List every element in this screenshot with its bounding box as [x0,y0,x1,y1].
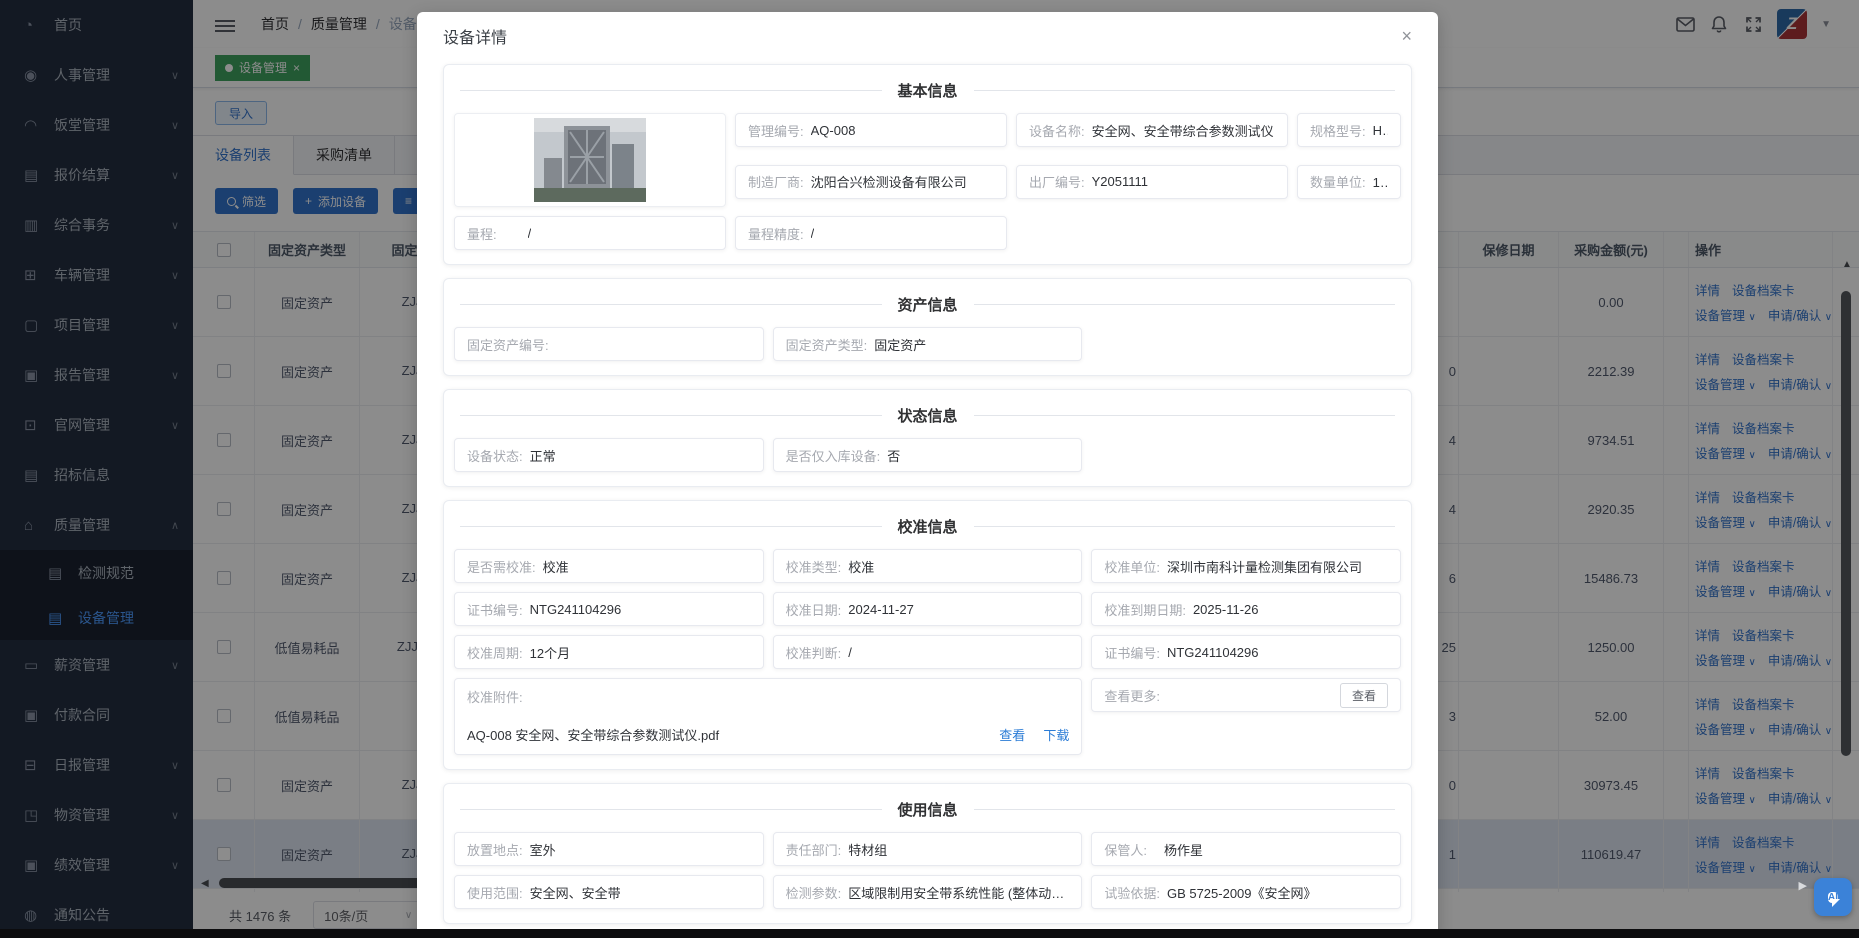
field-custodian: 保管人:杨作星 [1091,832,1401,866]
field-manufacturer: 制造厂商:沈阳合兴检测设备有限公司 [735,165,1007,199]
ai-chat-bubble-icon: AI [1828,892,1838,903]
field-certificate-no-2: 证书编号:NTG241104296 [1091,635,1401,669]
device-photo-image [534,118,646,202]
attachment-download-link[interactable]: 下载 [1043,725,1069,744]
field-factory-code: 出厂编号:Y2051111 [1016,165,1288,199]
field-device-status: 设备状态:正常 [454,438,764,472]
field-certificate-no: 证书编号:NTG241104296 [454,592,764,626]
section-basic-info: 基本信息 管理编号:AQ-008 设备名称:安全网、安全带综合参数测试仪 规格型… [443,64,1412,265]
close-icon[interactable]: × [1401,26,1412,47]
field-test-basis: 试验依据:GB 5725-2009《安全网》 [1091,875,1401,909]
modal-title: 设备详情 [443,24,507,48]
field-calibration-judgement: 校准判断:/ [773,635,1083,669]
field-usage-scope: 使用范围:安全网、安全带 [454,875,764,909]
field-range: 量程:/ [454,216,726,250]
field-calibration-unit: 校准单位:深圳市南科计量检测集团有限公司 [1091,549,1401,583]
field-calibration-type: 校准类型:校准 [773,549,1083,583]
field-device-name: 设备名称:安全网、安全带综合参数测试仪 [1016,113,1288,147]
field-test-parameters: 检测参数:区域限制用安全带系统性能 (整体动态... [773,875,1083,909]
field-spec-model: 规格型号:HX-720 [1297,113,1401,147]
field-calibration-cycle: 校准周期:12个月 [454,635,764,669]
field-need-calibration: 是否需校准:校准 [454,549,764,583]
field-warehouse-only: 是否仅入库设备:否 [773,438,1083,472]
device-detail-modal: 设备详情 × 基本信息 管理编号:AQ-008 设备名称:安全网、安全带综合参数… [417,12,1438,938]
field-calibration-due-date: 校准到期日期:2025-11-26 [1091,592,1401,626]
ai-assistant-button[interactable]: AI [1814,878,1852,916]
device-photo[interactable] [454,113,726,207]
field-department: 责任部门:特材组 [773,832,1083,866]
section-usage-info: 使用信息 放置地点:室外 责任部门:特材组 保管人:杨作星 使用范围:安全网、安… [443,783,1412,924]
field-manage-code: 管理编号:AQ-008 [735,113,1007,147]
page-right-arrow-icon[interactable]: ▶ [1799,879,1807,892]
field-quantity-unit: 数量单位:1 台 [1297,165,1401,199]
view-more-button[interactable]: 查看 [1340,683,1388,708]
field-fixed-asset-type: 固定资产类型:固定资产 [773,327,1083,361]
field-fixed-asset-code: 固定资产编号: [454,327,764,361]
field-range-accuracy: 量程精度:/ [735,216,1007,250]
modal-header: 设备详情 × [417,12,1438,60]
field-calibration-date: 校准日期:2024-11-27 [773,592,1083,626]
view-more-field: 查看更多: 查看 [1091,678,1401,712]
calibration-attachment: 校准附件: AQ-008 安全网、安全带综合参数测试仪.pdf 查看 下载 [454,678,1082,755]
attachment-filename: AQ-008 安全网、安全带综合参数测试仪.pdf [467,725,719,744]
field-location: 放置地点:室外 [454,832,764,866]
attachment-view-link[interactable]: 查看 [999,725,1025,744]
modal-body: 基本信息 管理编号:AQ-008 设备名称:安全网、安全带综合参数测试仪 规格型… [417,60,1438,938]
section-status-info: 状态信息 设备状态:正常 是否仅入库设备:否 [443,389,1412,487]
bottom-black-bar [0,929,1859,938]
section-asset-info: 资产信息 固定资产编号: 固定资产类型:固定资产 [443,278,1412,376]
section-calibration-info: 校准信息 是否需校准:校准 校准类型:校准 校准单位:深圳市南科计量检测集团有限… [443,500,1412,770]
